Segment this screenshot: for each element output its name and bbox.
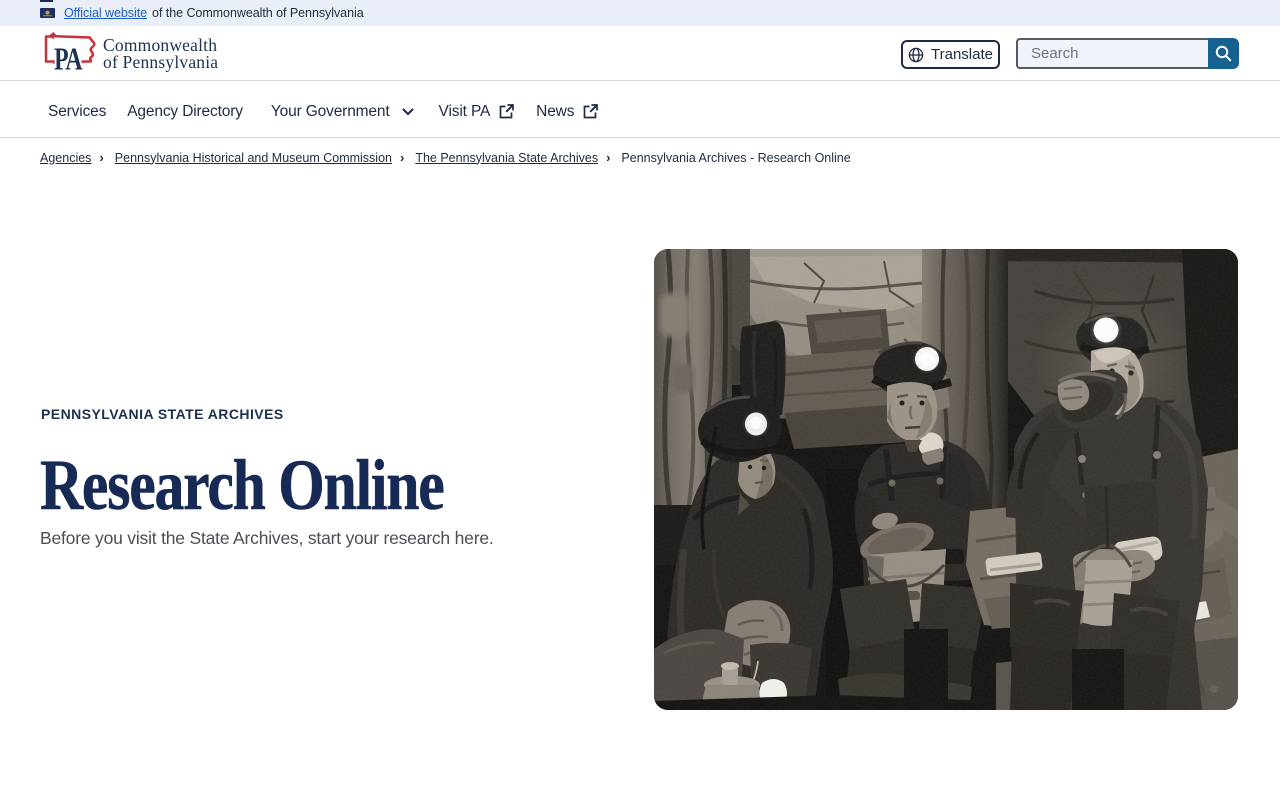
svg-text:PA: PA bbox=[54, 42, 83, 76]
